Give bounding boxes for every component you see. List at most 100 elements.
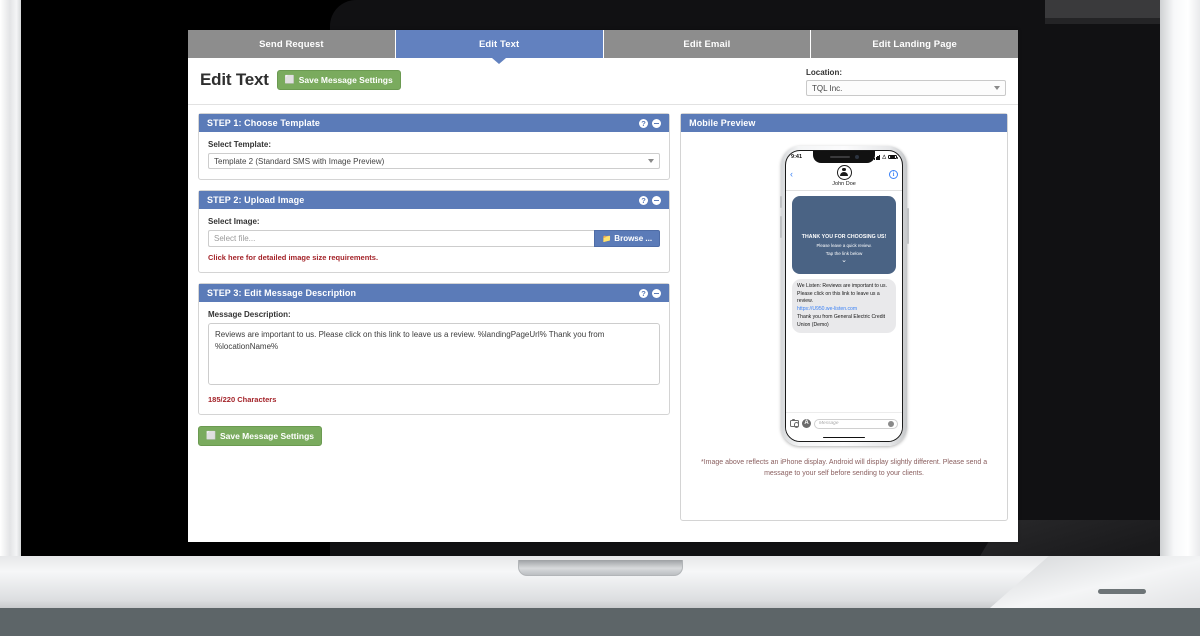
help-icon[interactable]: ? <box>639 195 649 205</box>
laptop-trackpad-notch <box>518 560 683 576</box>
file-path-input[interactable]: Select file... <box>208 230 594 247</box>
bubble-text-signoff: Thank you from General Electric Credit U… <box>797 313 886 328</box>
save-message-settings-button-top[interactable]: ⬜ Save Message Settings <box>276 70 401 90</box>
phone-input-bar: Message <box>786 412 903 434</box>
camera-icon[interactable] <box>790 419 800 428</box>
phone-side-button <box>779 196 782 208</box>
wifi-icon: △ <box>882 153 887 160</box>
save-disk-icon: ⬜ <box>284 75 295 84</box>
panel-step-1-header: STEP 1: Choose Template ? <box>199 114 670 132</box>
panel-mobile-preview-body: 9:41 △ ‹ i John Doe THANK YOU FOR CHOOSI… <box>681 132 1007 488</box>
status-time: 9:41 <box>791 154 803 160</box>
save-disk-icon: ⬜ <box>206 431 216 440</box>
location-label: Location: <box>806 68 842 77</box>
phone-chat-area: THANK YOU FOR CHOOSING US! Please leave … <box>786 191 903 412</box>
page-header-left: Edit Text ⬜ Save Message Settings <box>200 68 401 90</box>
select-image-label: Select Image: <box>208 217 260 226</box>
mms-image-card: THANK YOU FOR CHOOSING US! Please leave … <box>792 196 897 274</box>
microphone-icon[interactable] <box>888 420 895 427</box>
message-description-textarea[interactable] <box>208 323 661 385</box>
avatar <box>836 165 852 180</box>
phone-conversation-header: ‹ i John Doe <box>786 163 903 191</box>
tab-edit-landing-page[interactable]: Edit Landing Page <box>811 30 1018 58</box>
save-button-label-bottom: Save Message Settings <box>219 431 314 441</box>
settings-column: STEP 1: Choose Template ? Select Templat… <box>198 113 671 542</box>
phone-mockup: 9:41 △ ‹ i John Doe THANK YOU FOR CHOOSI… <box>779 146 909 446</box>
collapse-icon[interactable] <box>652 195 662 205</box>
page-body: STEP 1: Choose Template ? Select Templat… <box>188 105 1018 542</box>
location-selected-value: TQL Inc. <box>812 83 843 93</box>
desk-surface <box>0 608 1200 636</box>
message-input-placeholder: Message <box>819 421 839 426</box>
panel-step-2: STEP 2: Upload Image ? Select Image: Sel… <box>198 190 671 273</box>
bubble-text-intro: We Listen: Reviews are important to us. … <box>797 283 887 305</box>
back-chevron-icon[interactable]: ‹ <box>790 170 793 179</box>
browse-button[interactable]: 📁 Browse ... <box>593 230 661 247</box>
device-overlay-strip-top <box>1045 0 1160 18</box>
panel-step-3-header: STEP 3: Edit Message Description ? <box>199 284 670 302</box>
device-overlay-strip-shadow <box>1045 18 1160 24</box>
mms-subline: Please leave a quick review. <box>816 243 872 248</box>
info-icon[interactable]: i <box>889 170 899 179</box>
save-message-settings-button-bottom[interactable]: ⬜ Save Message Settings <box>198 426 322 446</box>
app-window: Send Request Edit Text Edit Email Edit L… <box>188 30 1018 542</box>
panel-step-2-header: STEP 2: Upload Image ? <box>199 191 670 209</box>
panel-step-1: STEP 1: Choose Template ? Select Templat… <box>198 113 671 180</box>
template-selected-value: Template 2 (Standard SMS with Image Prev… <box>214 156 385 166</box>
tab-send-request[interactable]: Send Request <box>188 30 396 58</box>
folder-icon: 📁 <box>601 234 612 243</box>
tab-edit-text[interactable]: Edit Text <box>395 30 604 58</box>
chevron-down-icon <box>648 159 655 163</box>
main-tab-bar: Send Request Edit Text Edit Email Edit L… <box>188 30 1018 58</box>
panel-step-3-body: Message Description: 185/220 Characters <box>199 302 669 414</box>
message-bubble: We Listen: Reviews are important to us. … <box>792 279 897 334</box>
collapse-icon[interactable] <box>652 288 662 298</box>
bubble-landing-page-link[interactable]: https://U950.we-listen.com <box>797 306 891 314</box>
panel-step-1-body: Select Template: Template 2 (Standard SM… <box>199 132 669 179</box>
save-button-label-top: Save Message Settings <box>298 75 393 85</box>
phone-home-indicator <box>786 434 903 441</box>
mms-headline: THANK YOU FOR CHOOSING US! <box>801 234 887 240</box>
panel-mobile-preview-title: Mobile Preview <box>689 118 756 128</box>
help-icon[interactable]: ? <box>639 288 649 298</box>
page-title: Edit Text <box>200 70 269 89</box>
laptop-bezel-left <box>0 0 22 570</box>
page-header: Edit Text ⬜ Save Message Settings Locati… <box>188 58 1018 105</box>
tab-edit-email[interactable]: Edit Email <box>603 30 812 58</box>
mms-cta: Tap the link below <box>825 251 863 256</box>
panel-step-1-controls: ? <box>639 118 662 128</box>
app-store-icon[interactable] <box>802 419 812 428</box>
browse-button-label: Browse ... <box>614 234 653 243</box>
collapse-icon[interactable] <box>652 118 662 128</box>
panel-step-3-controls: ? <box>639 288 662 298</box>
message-input[interactable]: Message <box>814 418 899 429</box>
location-select[interactable]: TQL Inc. <box>806 80 1006 96</box>
preview-column: Mobile Preview 9:41 △ ‹ i John Doe THANK… <box>680 113 1008 542</box>
message-description-label: Message Description: <box>208 310 291 319</box>
panel-step-1-title: STEP 1: Choose Template <box>207 118 320 128</box>
phone-status-bar: 9:41 △ <box>786 151 902 163</box>
panel-mobile-preview-header: Mobile Preview <box>681 114 1007 132</box>
file-upload-row: Select file... 📁 Browse ... <box>208 230 661 247</box>
panel-step-2-body: Select Image: Select file... 📁 Browse ..… <box>199 209 669 272</box>
phone-screen: 9:41 △ ‹ i John Doe THANK YOU FOR CHOOSI… <box>785 150 904 442</box>
laptop-base-indicator <box>1098 589 1146 594</box>
select-template-label: Select Template: <box>208 140 271 149</box>
panel-step-2-controls: ? <box>639 195 662 205</box>
status-icons-group: △ <box>874 153 899 160</box>
chevron-down-icon <box>994 86 1000 90</box>
panel-step-3-title: STEP 3: Edit Message Description <box>207 288 357 298</box>
location-field-group: Location: TQL Inc. <box>806 68 1006 96</box>
screenshot-stage: Send Request Edit Text Edit Email Edit L… <box>0 0 1200 636</box>
person-icon <box>840 168 849 177</box>
image-size-requirements-link[interactable]: Click here for detailed image size requi… <box>208 253 660 262</box>
character-counter: 185/220 Characters <box>208 395 277 404</box>
contact-name: John Doe <box>832 181 856 187</box>
help-icon[interactable]: ? <box>639 118 649 128</box>
signal-bars-icon <box>874 154 881 160</box>
panel-step-2-title: STEP 2: Upload Image <box>207 195 305 205</box>
laptop-bezel-right <box>1160 0 1200 556</box>
panel-mobile-preview: Mobile Preview 9:41 △ ‹ i John Doe THANK… <box>680 113 1008 521</box>
panel-step-3: STEP 3: Edit Message Description ? Messa… <box>198 283 671 415</box>
template-select[interactable]: Template 2 (Standard SMS with Image Prev… <box>208 153 661 169</box>
